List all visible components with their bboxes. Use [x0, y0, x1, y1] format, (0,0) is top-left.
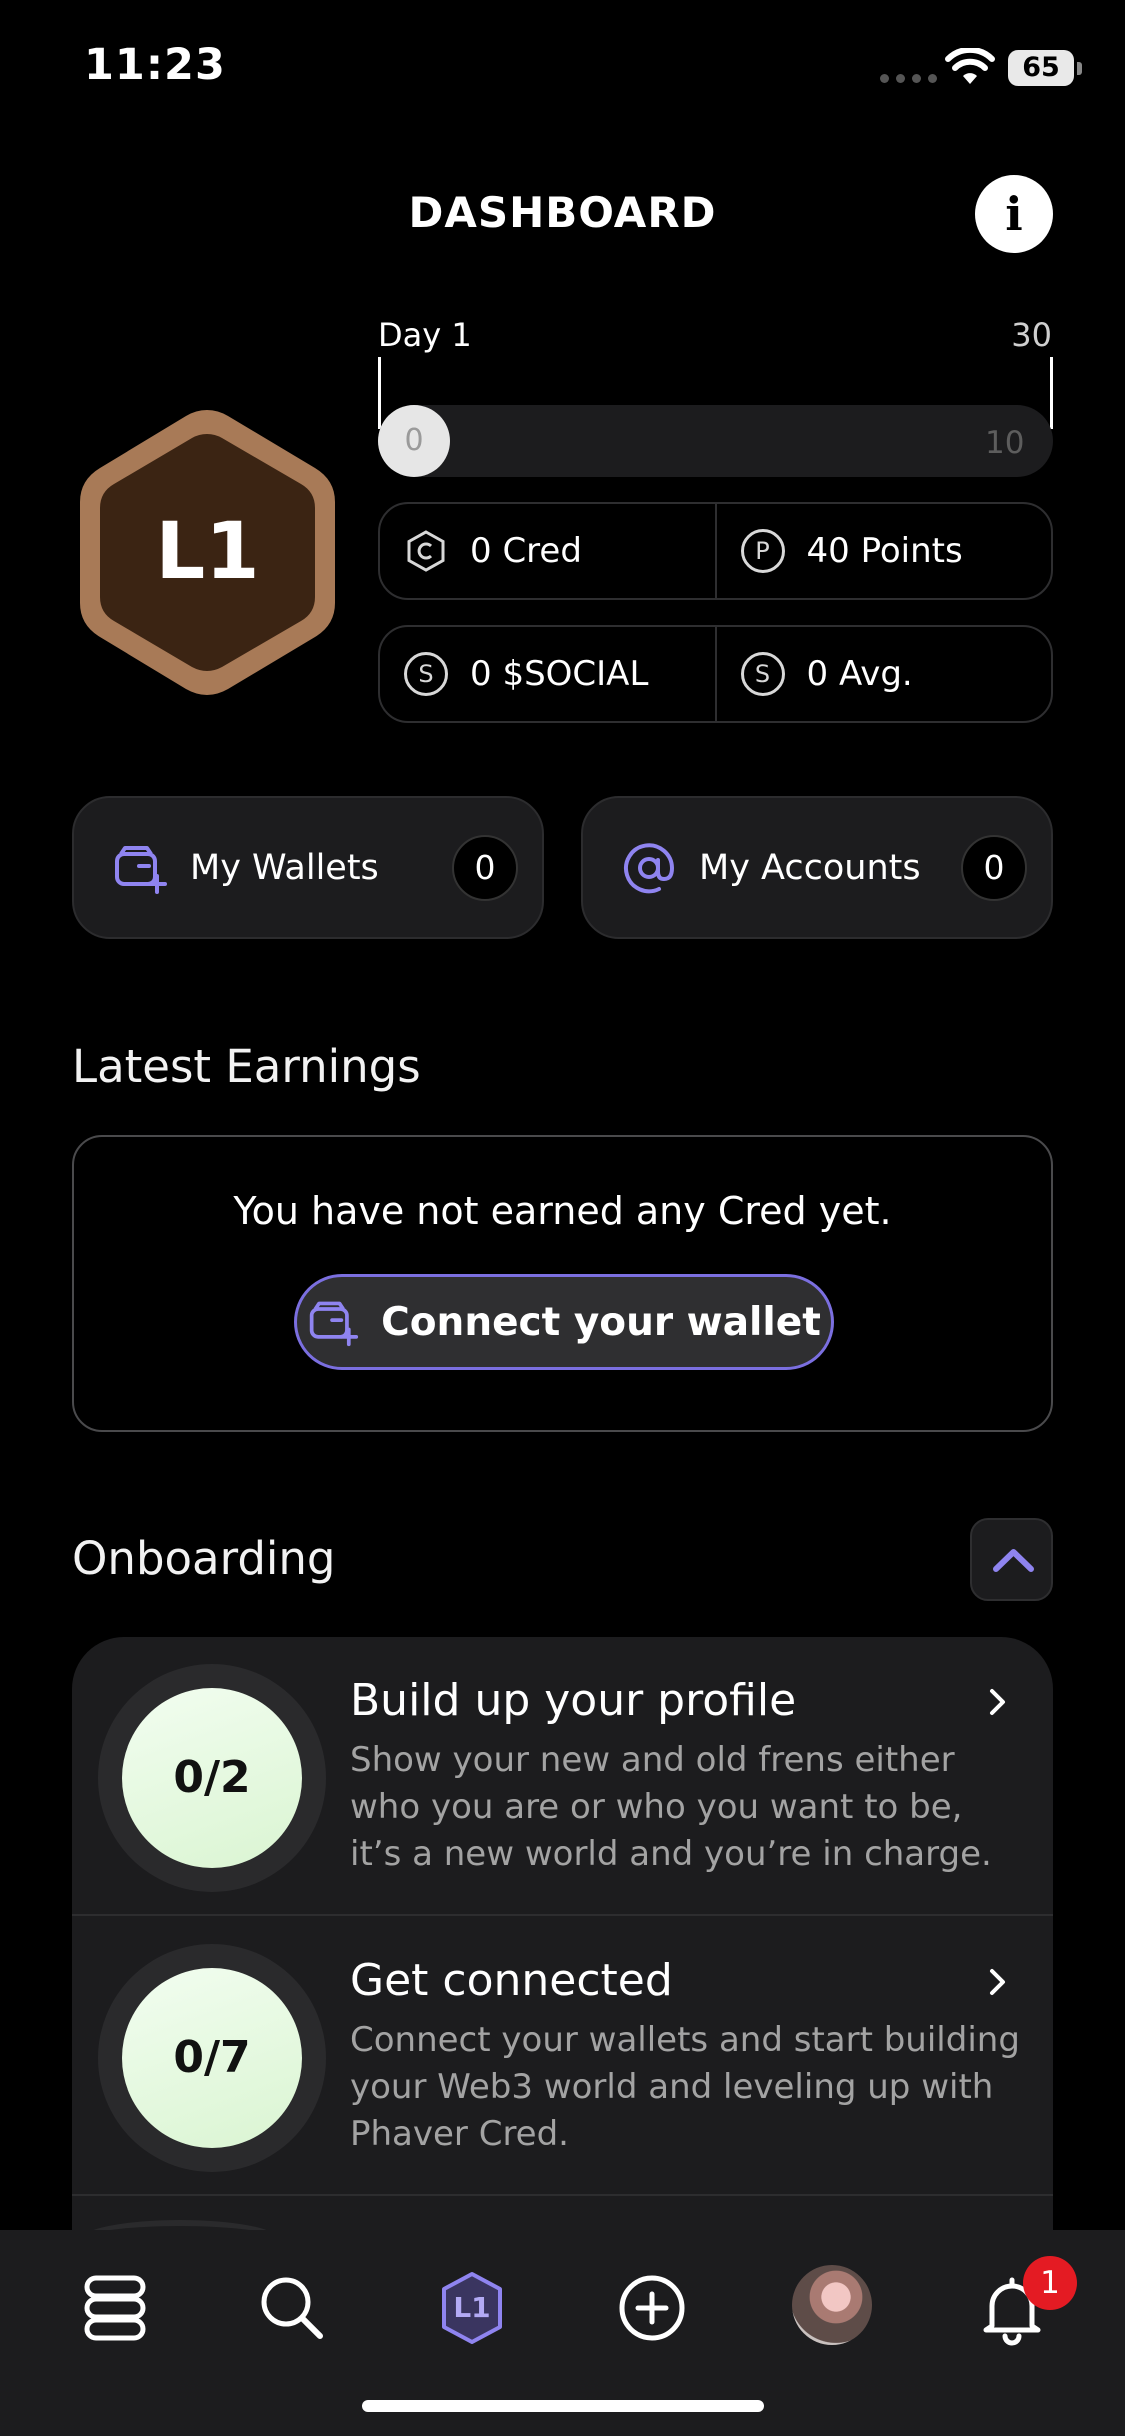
profile-progress: 0/2: [122, 1688, 302, 1868]
stats-row-2: S 0 $SOCIAL S 0 Avg.: [378, 625, 1053, 723]
my-wallets-label: My Wallets: [190, 847, 379, 888]
progress-start-tick: [378, 357, 381, 429]
onboarding-item-description: Connect your wallets and start building …: [350, 2020, 1020, 2154]
connect-progress: 0/7: [122, 1968, 302, 2148]
progress-ring: 0/7: [98, 1944, 326, 2172]
chevron-right-icon: [990, 1969, 1005, 1995]
points-icon: P: [740, 529, 785, 573]
points-value: 40 Points: [806, 531, 963, 571]
day-label: Day 1: [378, 316, 472, 354]
status-time: 11:23: [84, 40, 226, 90]
day-max-label: 30: [1011, 316, 1052, 354]
accounts-count: 0: [961, 834, 1027, 901]
wifi-icon: [945, 48, 995, 84]
onboarding-item-description: Show your new and old frens either who y…: [350, 1740, 992, 1874]
battery-icon: 65: [1008, 50, 1082, 86]
connect-wallet-label: Connect your wallet: [381, 1299, 821, 1345]
progress-track: [378, 405, 1053, 477]
wallets-count: 0: [452, 834, 518, 901]
info-button[interactable]: i: [975, 175, 1053, 253]
latest-earnings-heading: Latest Earnings: [72, 1040, 421, 1093]
at-sign-icon: [624, 842, 675, 893]
latest-earnings-card: You have not earned any Cred yet. Connec…: [72, 1135, 1053, 1432]
level-tab-label: L1: [453, 2291, 491, 2324]
social-value: 0 $SOCIAL: [470, 654, 649, 694]
progress-end-tick: [1050, 357, 1053, 429]
feed-tab-icon[interactable]: [75, 2268, 155, 2348]
progress-ring: 0/2: [98, 1664, 326, 1892]
cred-stat[interactable]: 0 Cred: [380, 504, 715, 598]
collapse-onboarding-button[interactable]: [970, 1518, 1053, 1601]
wallet-icon: [115, 845, 167, 894]
my-wallets-button[interactable]: My Wallets 0: [72, 796, 544, 939]
level-label: L1: [155, 507, 260, 597]
avg-value: 0 Avg.: [806, 654, 913, 694]
onboarding-item-connect[interactable]: 0/7 Get connected Connect your wallets a…: [72, 1917, 1053, 2196]
earnings-empty-message: You have not earned any Cred yet.: [233, 1189, 892, 1233]
my-accounts-label: My Accounts: [699, 847, 921, 888]
create-post-tab-icon[interactable]: [612, 2268, 692, 2348]
chevron-right-icon: [990, 1689, 1005, 1715]
social-stat[interactable]: S 0 $SOCIAL: [380, 627, 715, 721]
profile-avatar[interactable]: [792, 2265, 872, 2345]
cred-value: 0 Cred: [470, 531, 582, 571]
onboarding-heading: Onboarding: [72, 1532, 336, 1585]
onboarding-item-title: Get connected: [350, 1955, 673, 2006]
onboarding-list: 0/2 Build up your profile Show your new …: [72, 1637, 1053, 2237]
page-title: DASHBOARD: [408, 188, 717, 237]
avg-stat[interactable]: S 0 Avg.: [714, 627, 1052, 721]
stats-row-1: 0 Cred P 40 Points: [378, 502, 1053, 600]
wallet-add-icon: [309, 1301, 359, 1347]
onboarding-item-profile[interactable]: 0/2 Build up your profile Show your new …: [72, 1637, 1053, 1916]
cred-hexagon-icon: [407, 530, 445, 572]
level-tab[interactable]: L1: [432, 2268, 512, 2348]
my-accounts-button[interactable]: My Accounts 0: [581, 796, 1053, 939]
avg-icon: S: [740, 652, 785, 696]
search-tab-icon[interactable]: [252, 2268, 332, 2348]
status-bar: 11:23 65: [0, 0, 1125, 140]
onboarding-item-title: Build up your profile: [350, 1675, 797, 1726]
notification-count-badge: 1: [1023, 2256, 1077, 2310]
progress-target: 10: [985, 425, 1025, 461]
cellular-signal-icon: [880, 74, 937, 83]
points-stat[interactable]: P 40 Points: [714, 504, 1052, 598]
chevron-up-icon: [993, 1549, 1034, 1572]
home-indicator: [362, 2400, 764, 2412]
progress-current: 0: [378, 405, 450, 477]
connect-wallet-button[interactable]: Connect your wallet: [294, 1274, 834, 1370]
social-token-icon: S: [404, 652, 448, 696]
